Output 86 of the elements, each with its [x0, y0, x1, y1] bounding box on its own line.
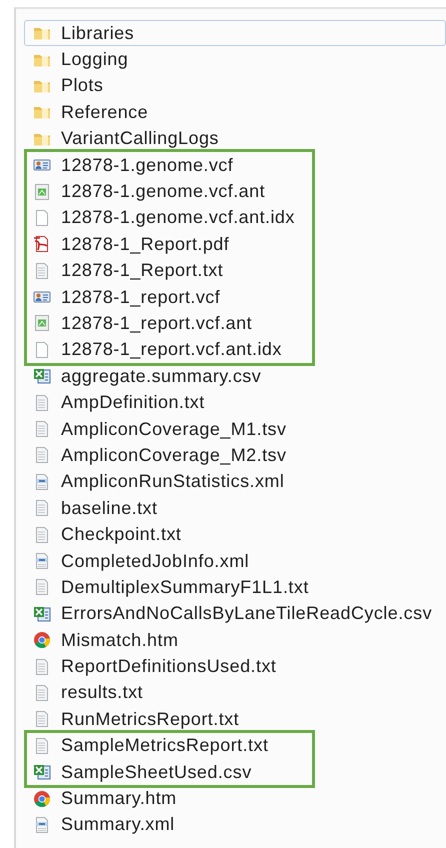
file-name: Summary.htm — [61, 787, 177, 810]
file-name: Mismatch.htm — [61, 628, 178, 652]
file-item[interactable]: 12878-1_Report.txt — [27, 258, 312, 284]
file-name: 12878-1.genome.vcf.ant — [61, 180, 266, 204]
file-name: Plots — [61, 74, 104, 98]
file-item[interactable]: results.txt — [16, 680, 446, 706]
file-name: aggregate.summary.csv — [61, 364, 262, 388]
file-name: SampleSheetUsed.csv — [61, 760, 252, 784]
file-item[interactable]: Reference — [16, 99, 446, 126]
file-name: 12878-1.genome.vcf — [61, 154, 234, 177]
file-name: Checkpoint.txt — [61, 523, 182, 546]
file-name: 12878-1_Report.txt — [61, 259, 224, 282]
blank-page-icon — [33, 340, 51, 359]
file-name: AmpDefinition.txt — [61, 391, 205, 414]
file-name: AmpliconCoverage_M2.tsv — [61, 444, 286, 467]
file-item[interactable]: AmpliconCoverage_M1.tsv — [16, 416, 446, 442]
file-item[interactable]: Plots — [16, 72, 446, 100]
file-name: 12878-1_report.vcf — [61, 286, 220, 309]
file-item[interactable]: AmpliconCoverage_M2.tsv — [16, 442, 446, 469]
file-item[interactable]: 12878-1_report.vcf — [27, 284, 312, 310]
file-item[interactable]: AmpliconRunStatistics.xml — [16, 468, 446, 496]
file-item[interactable]: VariantCallingLogs — [16, 126, 446, 152]
file-item[interactable]: DemultiplexSummaryF1L1.txt — [16, 574, 446, 601]
pdf-icon — [33, 235, 51, 254]
file-name: 12878-1_report.vcf.ant.idx — [61, 338, 282, 362]
text-document-icon — [33, 684, 51, 702]
text-document-icon — [33, 710, 51, 728]
file-name: ReportDefinitionsUsed.txt — [61, 655, 276, 678]
file-name: AmpliconCoverage_M1.tsv — [61, 418, 286, 441]
file-name: 12878-1.genome.vcf.ant.idx — [61, 206, 295, 230]
browser-icon — [33, 790, 51, 808]
file-item[interactable]: 12878-1.genome.vcf — [27, 152, 312, 178]
xml-document-icon — [33, 816, 51, 834]
spreadsheet-icon — [33, 604, 51, 623]
file-item[interactable]: SampleMetricsReport.txt — [27, 732, 312, 759]
file-name: SampleMetricsReport.txt — [61, 734, 268, 758]
text-document-icon — [33, 526, 51, 544]
spreadsheet-icon — [33, 367, 51, 386]
spreadsheet-icon — [33, 763, 51, 782]
file-name: Summary.xml — [61, 813, 175, 836]
text-document-icon — [33, 394, 51, 412]
file-name: RunMetricsReport.txt — [61, 708, 240, 731]
text-document-icon — [33, 420, 51, 438]
file-item[interactable]: Libraries — [24, 20, 446, 46]
file-item[interactable]: ReportDefinitionsUsed.txt — [16, 653, 446, 680]
text-document-icon — [33, 262, 51, 280]
text-document-icon — [33, 446, 51, 464]
file-name: Reference — [61, 100, 148, 124]
text-document-icon — [33, 658, 51, 676]
file-name: baseline.txt — [61, 496, 158, 520]
blank-page-icon — [33, 208, 51, 227]
file-item[interactable]: ErrorsAndNoCallsByLaneTileReadCycle.csv — [16, 600, 446, 627]
file-item[interactable]: aggregate.summary.csv — [16, 363, 446, 390]
file-item[interactable]: AmpDefinition.txt — [16, 389, 446, 416]
file-item[interactable]: 12878-1_report.vcf.ant.idx — [27, 336, 312, 364]
file-item[interactable]: Logging — [16, 46, 446, 73]
xml-document-icon — [33, 472, 51, 491]
image-document-icon — [33, 182, 51, 201]
file-name: 12878-1_Report.pdf — [61, 232, 230, 256]
file-item[interactable]: 12878-1_report.vcf.ant — [27, 310, 312, 337]
file-name: DemultiplexSummaryF1L1.txt — [61, 576, 309, 599]
xml-document-icon — [33, 552, 51, 570]
file-item[interactable]: 12878-1.genome.vcf.ant.idx — [27, 204, 312, 232]
file-name: results.txt — [61, 681, 143, 704]
file-item[interactable]: Summary.htm — [16, 785, 446, 812]
file-item[interactable]: baseline.txt — [16, 495, 446, 522]
file-item[interactable]: Checkpoint.txt — [16, 521, 446, 548]
file-item[interactable]: 12878-1.genome.vcf.ant — [27, 178, 312, 205]
file-name: ErrorsAndNoCallsByLaneTileReadCycle.csv — [61, 602, 432, 626]
text-document-icon — [33, 736, 51, 755]
file-name: Libraries — [61, 22, 134, 45]
text-document-icon — [33, 578, 51, 596]
file-item[interactable]: RunMetricsReport.txt — [16, 706, 446, 733]
file-name: 12878-1_report.vcf.ant — [61, 312, 252, 335]
file-name: Logging — [61, 48, 128, 72]
file-name: CompletedJobInfo.xml — [61, 550, 250, 573]
text-document-icon — [33, 499, 51, 518]
image-document-icon — [33, 314, 51, 332]
file-item[interactable]: CompletedJobInfo.xml — [16, 548, 446, 574]
file-item[interactable]: 12878-1_Report.pdf — [27, 231, 312, 258]
file-item[interactable]: SampleSheetUsed.csv — [27, 758, 312, 786]
file-item[interactable]: Mismatch.htm — [16, 626, 446, 654]
file-name: AmpliconRunStatistics.xml — [61, 470, 284, 494]
file-name: VariantCallingLogs — [61, 127, 219, 150]
file-item[interactable]: Summary.xml — [16, 812, 446, 838]
browser-icon — [33, 631, 51, 650]
